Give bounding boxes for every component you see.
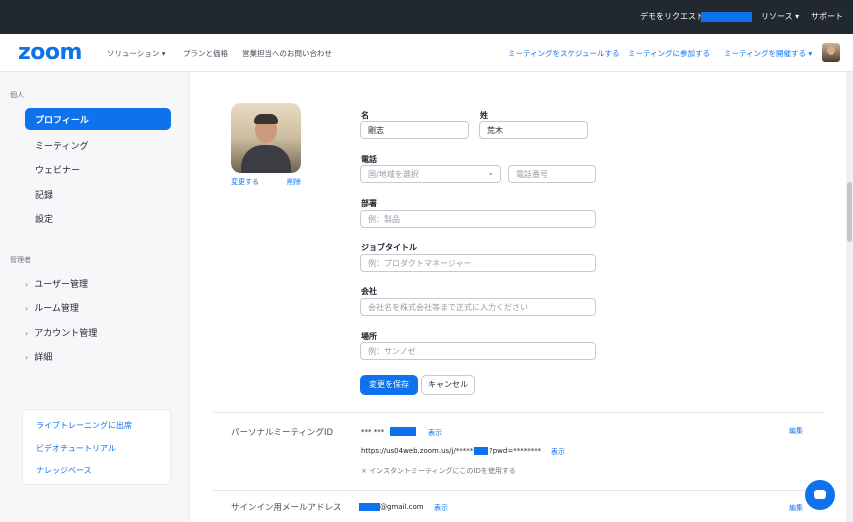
chevron-right-icon: › — [25, 353, 29, 362]
chat-bubble-icon[interactable] — [805, 480, 835, 510]
user-avatar[interactable] — [822, 43, 840, 62]
redacted-block — [359, 503, 380, 511]
top-bar: デモをリクエスト リソース ▾ サポート — [0, 0, 853, 34]
video-tutorials-link[interactable]: ビデオチュートリアル — [36, 443, 116, 454]
email-edit-link[interactable]: 編集 — [789, 503, 803, 513]
phone-label: 電話 — [361, 155, 377, 164]
redacted-block — [390, 427, 416, 436]
sidebar-item-label: 詳細 — [34, 353, 53, 363]
pmi-id-masked: *** *** — [361, 428, 385, 436]
host-meeting-menu[interactable]: ミーティングを開催する ▾ — [724, 48, 812, 59]
phone-number-field[interactable]: 電話番号 — [508, 165, 596, 183]
job-title-label: ジョブタイトル — [361, 243, 417, 252]
support-link[interactable]: サポート — [811, 11, 843, 22]
sidebar-item-user-management[interactable]: › ユーザー管理 — [25, 277, 88, 290]
chevron-right-icon: › — [25, 304, 29, 313]
resources-menu[interactable]: リソース ▾ — [761, 11, 799, 22]
contact-sales-link[interactable]: 営業担当へのお問い合わせ — [242, 48, 332, 59]
chevron-right-icon: › — [25, 329, 29, 338]
chevron-right-icon: › — [25, 280, 29, 289]
pmi-show-link[interactable]: 表示 — [428, 428, 442, 438]
signin-email-value: @gmail.com — [380, 503, 424, 511]
signin-email-title: サインイン用メールアドレス — [231, 503, 342, 513]
change-photo-link[interactable]: 変更する — [231, 177, 259, 187]
delete-photo-link[interactable]: 削除 — [287, 177, 301, 187]
company-field[interactable]: 会社名を株式会社等まで正式に入力ください — [360, 298, 596, 316]
email-show-link[interactable]: 表示 — [434, 503, 448, 513]
help-links-box: ライブトレーニングに出席 ビデオチュートリアル ナレッジベース — [22, 409, 171, 485]
sidebar: 個人 プロフィール ミーティング ウェビナー 記録 設定 管理者 › ユーザー管理… — [0, 72, 190, 522]
first-name-field[interactable]: 剛志 — [360, 121, 469, 139]
pmi-edit-link[interactable]: 編集 — [789, 426, 803, 436]
schedule-meeting-link[interactable]: ミーティングをスケジュールする — [508, 48, 620, 59]
instant-meeting-note: × インスタントミーティングにこのIDを使用する — [361, 467, 516, 475]
first-name-label: 名 — [361, 111, 369, 120]
sidebar-item-advanced[interactable]: › 詳細 — [25, 350, 52, 363]
location-label: 場所 — [361, 332, 377, 341]
scrollbar-thumb[interactable] — [847, 182, 852, 242]
solutions-menu[interactable]: ソリューション ▾ — [107, 48, 166, 59]
job-title-field[interactable]: 例：プロダクトマネージャー — [360, 254, 596, 272]
photo-body-shape — [241, 145, 291, 173]
knowledge-base-link[interactable]: ナレッジベース — [36, 465, 92, 476]
sidebar-item-label: ユーザー管理 — [34, 280, 89, 290]
profile-photo — [231, 103, 301, 173]
pmi-title: パーソナルミーティングID — [231, 428, 334, 438]
country-select-value: 国/地域を選択 — [368, 170, 419, 179]
sidebar-item-settings[interactable]: 設定 — [35, 212, 53, 225]
section-divider — [213, 412, 823, 413]
sidebar-item-label: ルーム管理 — [34, 304, 79, 314]
department-field[interactable]: 例：製品 — [360, 210, 596, 228]
pmi-url-show-link[interactable]: 表示 — [551, 447, 565, 457]
redacted-block — [474, 447, 488, 455]
redacted-block — [701, 12, 752, 22]
zoom-logo[interactable]: zoom — [18, 40, 82, 65]
sidebar-item-webinars[interactable]: ウェビナー — [35, 163, 80, 176]
personal-section-label: 個人 — [10, 91, 24, 99]
cancel-button[interactable]: キャンセル — [421, 375, 475, 395]
admin-section-label: 管理者 — [10, 256, 31, 264]
sidebar-item-recordings[interactable]: 記録 — [35, 188, 53, 201]
live-training-link[interactable]: ライブトレーニングに出席 — [36, 420, 132, 431]
sidebar-item-profile[interactable]: プロフィール — [25, 108, 171, 130]
sidebar-item-meetings[interactable]: ミーティング — [35, 139, 88, 152]
pmi-url-suffix: ?pwd=******** — [489, 447, 542, 455]
country-select[interactable]: 国/地域を選択 ⌄ — [360, 165, 501, 183]
save-changes-button[interactable]: 変更を保存 — [360, 375, 418, 395]
sidebar-item-label: アカウント管理 — [34, 329, 98, 339]
demo-request-link[interactable]: デモをリクエスト — [640, 11, 704, 22]
chevron-down-icon: ⌄ — [487, 168, 494, 177]
last-name-label: 姓 — [480, 111, 488, 120]
section-divider — [213, 490, 823, 491]
department-label: 部署 — [361, 199, 377, 208]
location-field[interactable]: 例：サンノゼ — [360, 342, 596, 360]
last-name-field[interactable]: 荒木 — [479, 121, 588, 139]
page-scrollbar[interactable] — [846, 72, 853, 522]
pmi-url-prefix: https://us04web.zoom.us/j/******* — [361, 447, 481, 455]
plans-link[interactable]: プランと価格 — [183, 48, 228, 59]
company-label: 会社 — [361, 287, 377, 296]
sidebar-item-label: プロフィール — [35, 116, 89, 126]
photo-hair-shape — [254, 114, 278, 124]
main-nav: zoom ソリューション ▾ プランと価格 営業担当へのお問い合わせ ミーティン… — [0, 34, 853, 72]
sidebar-item-account-management[interactable]: › アカウント管理 — [25, 326, 97, 339]
join-meeting-link[interactable]: ミーティングに参加する — [628, 48, 710, 59]
sidebar-item-room-management[interactable]: › ルーム管理 — [25, 301, 79, 314]
